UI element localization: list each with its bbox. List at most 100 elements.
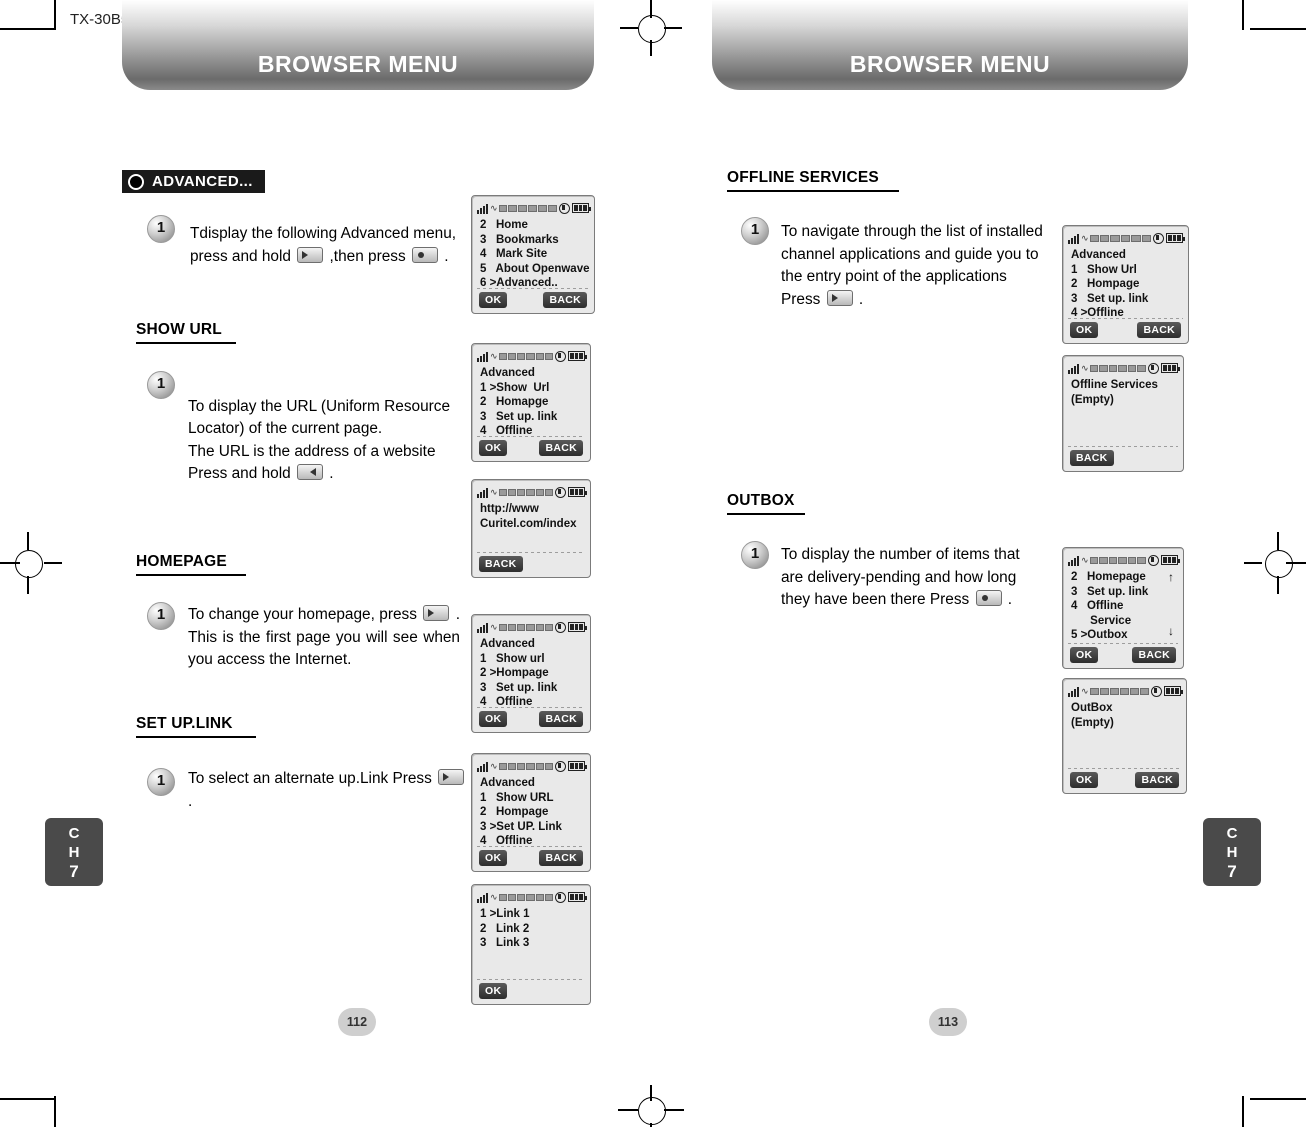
soft-keys: BACK [472,554,590,574]
crop-mark-bottom-left-v [54,1096,56,1127]
step-bullet-advanced: 1 [147,215,175,243]
section-header-set-up-link: SET UP.LINK [136,715,256,738]
battery-icon [568,761,587,771]
step-text-part-b: . [188,792,193,810]
section-header-outbox: OUTBOX [727,492,805,515]
screen-text: 2 Home 3 Bookmarks 4 Mark Site 5 About O… [480,219,590,290]
chapter-tab-right: C H 7 [1203,818,1261,886]
progress-dashes-icon [498,762,554,770]
phone-screen-outbox-empty: ∿ OutBox (Empty) OK BACK [1062,678,1187,794]
clock-icon [559,202,570,214]
section-header-advanced: ADVANCED... [122,170,273,193]
crop-mark-top-center-h2 [664,27,682,29]
step-bullet-set-up-link: 1 [147,768,175,796]
clock-icon [555,891,566,903]
battery-icon [572,203,591,213]
signal-icon [1068,233,1079,244]
soft-key-right[interactable]: BACK [539,440,583,456]
soft-keys: OK BACK [472,848,590,868]
battery-icon [1161,555,1180,565]
soft-keys: OK BACK [1063,645,1183,665]
soft-key-divider [1068,318,1183,319]
soft-key-right[interactable]: BACK [1135,772,1179,788]
soft-key-right[interactable]: BACK [539,850,583,866]
soft-key-right[interactable]: BACK [1132,647,1176,663]
wave-icon: ∿ [1081,554,1088,565]
step-text-part-a: To select an alternate up.Link Press [188,770,437,787]
progress-dashes-icon [1089,234,1151,242]
crop-mark-top-right-v [1242,0,1244,30]
soft-key-left[interactable]: OK [479,292,508,308]
soft-key-divider [1068,446,1178,447]
soft-keys: OK BACK [472,709,590,729]
signal-icon [477,487,488,498]
signal-icon [477,203,488,214]
wave-icon: ∿ [490,621,497,632]
crop-mark-left-v2 [27,576,29,594]
step-text-part-a: To navigate through the list of installe… [781,223,1043,308]
soft-key-left[interactable]: OK [1070,647,1099,663]
battery-icon [568,892,587,902]
signal-icon [477,761,488,772]
soft-key-left[interactable]: OK [479,983,508,999]
screen-text: Advanced 1 Show Url 2 Hompage 3 Set up. … [1071,249,1149,320]
status-bar: ∿ [477,201,591,215]
section-header-offline-services: OFFLINE SERVICES [727,169,899,192]
soft-key-right[interactable]: BACK [539,711,583,727]
progress-dashes-icon [498,893,554,901]
crop-mark-bottom-right-h [1250,1098,1306,1100]
status-bar: ∿ [477,349,587,363]
page-number-left: 112 [338,1008,376,1036]
send-key-icon [438,769,465,785]
signal-icon [1068,363,1079,374]
battery-icon [568,622,587,632]
soft-key-left[interactable]: OK [479,711,508,727]
status-bar: ∿ [477,485,587,499]
crop-mark-top-left-v [54,0,56,30]
soft-keys: OK BACK [1063,770,1186,790]
crop-mark-top-left-h [0,28,56,30]
section-label-advanced: ADVANCED... [152,173,253,190]
soft-key-left[interactable]: OK [1070,322,1099,338]
signal-icon [1068,686,1079,697]
step-text-part-b: . [1003,591,1013,608]
step-bullet-outbox: 1 [741,541,769,569]
signal-icon [477,351,488,362]
battery-icon [568,351,587,361]
signal-icon [1068,555,1079,566]
clock-icon [1151,685,1162,697]
registration-mark-top [638,15,666,43]
soft-key-divider [1068,768,1181,769]
soft-key-left[interactable]: OK [1070,772,1099,788]
ok-key-icon [411,246,438,263]
soft-key-left[interactable]: BACK [1070,450,1114,466]
status-bar: ∿ [477,890,587,904]
soft-key-left[interactable]: OK [479,850,508,866]
section-header-show-url: SHOW URL [136,321,236,344]
soft-key-left[interactable]: BACK [479,556,523,572]
soft-key-left[interactable]: OK [479,440,508,456]
crop-mark-left-v [27,532,29,550]
step-text-show-url: To display the URL (Uniform Resource Loc… [188,373,476,486]
phone-screen-advanced-setup-link: ∿ Advanced 1 Show URL 2 Hompage 3 >Set U… [471,753,591,872]
send-key-icon [826,289,853,306]
crop-mark-top-center-h [620,27,638,29]
step-number: 1 [156,219,166,236]
left-page-banner: BROWSER MENU [122,0,594,90]
chapter-number: 7 [1227,862,1237,881]
clock-icon [1148,362,1159,374]
phone-screen-advanced-show-url: ∿ Advanced 1 >Show Url 2 Homapge 3 Set u… [471,343,591,462]
step-text-set-up-link: To select an alternate up.Link Press . [188,768,468,813]
soft-key-right[interactable]: BACK [1137,322,1181,338]
soft-keys: OK BACK [472,438,590,458]
soft-key-divider [1068,643,1178,644]
crop-mark-top-right-h [1250,28,1306,30]
status-bar: ∿ [1068,684,1183,698]
step-bullet-show-url: 1 [147,371,175,399]
soft-keys: BACK [1063,448,1183,468]
battery-icon [1161,363,1180,373]
soft-key-right[interactable]: BACK [543,292,587,308]
right-page-title: BROWSER MENU [849,51,1051,77]
step-text-outbox: To display the number of items that are … [781,544,1045,612]
screen-text: OutBox (Empty) [1071,702,1114,729]
